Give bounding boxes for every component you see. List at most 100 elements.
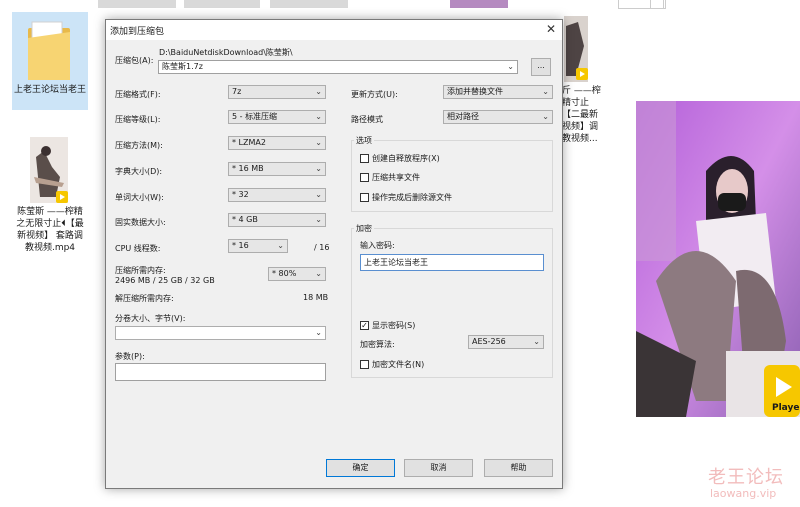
browse-button[interactable]: ... (531, 58, 551, 76)
path-mode-label: 路径模式 (351, 115, 383, 124)
options-title: 选项 (354, 135, 374, 146)
thumbnail-partial[interactable] (98, 0, 176, 8)
chevron-down-icon: ⌄ (315, 328, 322, 337)
folder-label: 上老王论坛当老王 (14, 85, 87, 95)
delete-after-label: 操作完成后删除源文件 (372, 193, 452, 202)
checkmark-icon[interactable]: ✓ (360, 321, 369, 330)
threads-select[interactable]: * 16 ⌄ (228, 239, 288, 253)
dictionary-value: * 16 MB (232, 164, 264, 173)
path-mode-value: 相对路径 (447, 112, 479, 121)
player-badge-icon (576, 68, 588, 80)
encrypt-filenames-checkbox[interactable]: 加密文件名(N) (360, 359, 424, 370)
chevron-down-icon: ⌄ (533, 337, 540, 346)
threads-max: / 16 (314, 243, 330, 252)
archive-label: 压缩包(A): (115, 56, 154, 65)
decompress-memory-value: 18 MB (303, 293, 329, 302)
checkbox-box[interactable] (360, 173, 369, 182)
password-input[interactable]: 上老王论坛当老王 (360, 254, 544, 271)
explorer-top-strip (0, 0, 800, 10)
encrypt-filenames-label: 加密文件名(N) (372, 360, 425, 369)
archive-name-value: 陈莹斯1.7z (162, 62, 203, 71)
solid-size-label: 固实数据大小: (115, 218, 166, 227)
archive-name-combo[interactable]: 陈莹斯1.7z ⌄ (158, 60, 518, 74)
word-size-value: * 32 (232, 190, 249, 199)
folder-icon (28, 21, 70, 80)
show-password-label: 显示密码(S) (372, 321, 416, 330)
split-size-label: 分卷大小、字节(V): (115, 314, 186, 323)
chevron-down-icon: ⌄ (315, 112, 322, 121)
thumbnail-partial[interactable] (450, 0, 508, 8)
dictionary-select[interactable]: * 16 MB ⌄ (228, 162, 326, 176)
chevron-down-icon: ⌄ (315, 164, 322, 173)
checkbox-box[interactable] (360, 360, 369, 369)
help-button[interactable]: 帮助 (484, 459, 553, 477)
show-password-checkbox[interactable]: ✓ 显示密码(S) (360, 320, 415, 331)
chevron-down-icon[interactable]: ⌄ (507, 61, 514, 72)
level-value: 5 - 标准压缩 (232, 112, 278, 121)
chevron-down-icon: ⌄ (542, 112, 549, 121)
encryption-method-label: 加密算法: (360, 340, 395, 349)
parameters-input[interactable] (115, 363, 326, 381)
method-label: 压缩方法(M): (115, 141, 163, 150)
update-mode-label: 更新方式(U): (351, 90, 398, 99)
cancel-button[interactable]: 取消 (404, 459, 473, 477)
threads-value: * 16 (232, 241, 249, 250)
split-size-combo[interactable]: ⌄ (115, 326, 326, 340)
player-badge-icon (56, 191, 68, 203)
chevron-down-icon: ⌄ (542, 87, 549, 96)
level-label: 压缩等级(L): (115, 115, 161, 124)
watermark-text: 老王论坛 (708, 467, 784, 488)
threads-label: CPU 线程数: (115, 244, 161, 253)
chevron-down-icon: ⌄ (277, 241, 284, 250)
chevron-down-icon: ⌄ (315, 269, 322, 278)
add-to-archive-dialog: 添加到压缩包 ✕ 压缩包(A): D:\BaiduNetdiskDownload… (105, 19, 563, 489)
sfx-label: 创建自释放程序(X) (372, 154, 440, 163)
thumbnail-partial[interactable] (184, 0, 260, 8)
dialog-titlebar[interactable]: 添加到压缩包 ✕ (106, 20, 562, 40)
watermark-url: laowang.vip (710, 487, 777, 500)
ok-button[interactable]: 确定 (326, 459, 395, 477)
video-file-label: 陈莹斯 ——榨精之无限寸止⏴【最新视频】 套路调教视频.mp4 (16, 207, 84, 253)
archive-path: D:\BaiduNetdiskDownload\陈莹斯\ (159, 48, 293, 57)
path-mode-select[interactable]: 相对路径 ⌄ (443, 110, 553, 124)
password-label: 输入密码: (360, 241, 395, 250)
chevron-down-icon: ⌄ (315, 138, 322, 147)
checkbox-box[interactable] (360, 154, 369, 163)
encryption-method-select[interactable]: AES-256 ⌄ (468, 335, 544, 349)
chevron-down-icon: ⌄ (315, 190, 322, 199)
dialog-title: 添加到压缩包 (110, 27, 165, 37)
chevron-down-icon: ⌄ (315, 87, 322, 96)
parameters-label: 参数(P): (115, 352, 145, 361)
format-label: 压缩格式(F): (115, 90, 161, 99)
decompress-memory-label: 解压缩所需内存: (115, 294, 174, 303)
folder-tile-partial[interactable] (650, 0, 666, 9)
player-badge-text: Player (772, 403, 800, 413)
chevron-down-icon: ⌄ (315, 215, 322, 224)
delete-after-checkbox[interactable]: 操作完成后删除源文件 (360, 192, 452, 203)
level-select[interactable]: 5 - 标准压缩 ⌄ (228, 110, 326, 124)
video-preview-panel[interactable] (636, 101, 800, 417)
shared-files-label: 压缩共享文件 (372, 173, 420, 182)
video-file-label-partial: 斤 ——榨精寸止【二最新视频】调教视频... (562, 86, 601, 144)
word-size-select[interactable]: * 32 ⌄ (228, 188, 326, 202)
solid-size-select[interactable]: * 4 GB ⌄ (228, 213, 326, 227)
close-icon[interactable]: ✕ (546, 22, 556, 36)
encryption-title: 加密 (354, 223, 374, 234)
memory-detail: 2496 MB / 25 GB / 32 GB (115, 276, 215, 285)
method-select[interactable]: * LZMA2 ⌄ (228, 136, 326, 150)
update-mode-value: 添加并替换文件 (447, 87, 503, 96)
sfx-checkbox[interactable]: 创建自释放程序(X) (360, 153, 440, 164)
thumbnail-partial[interactable] (270, 0, 348, 8)
format-select[interactable]: 7z ⌄ (228, 85, 326, 99)
shared-files-checkbox[interactable]: 压缩共享文件 (360, 172, 420, 183)
memory-usage-select[interactable]: * 80% ⌄ (268, 267, 326, 281)
update-mode-select[interactable]: 添加并替换文件 ⌄ (443, 85, 553, 99)
format-value: 7z (232, 87, 242, 96)
memory-usage-value: * 80% (272, 269, 297, 278)
video-preview-image (636, 101, 800, 417)
method-value: * LZMA2 (232, 138, 266, 147)
dictionary-label: 字典大小(D): (115, 167, 163, 176)
encryption-method-value: AES-256 (472, 337, 506, 346)
solid-size-value: * 4 GB (232, 215, 258, 224)
checkbox-box[interactable] (360, 193, 369, 202)
